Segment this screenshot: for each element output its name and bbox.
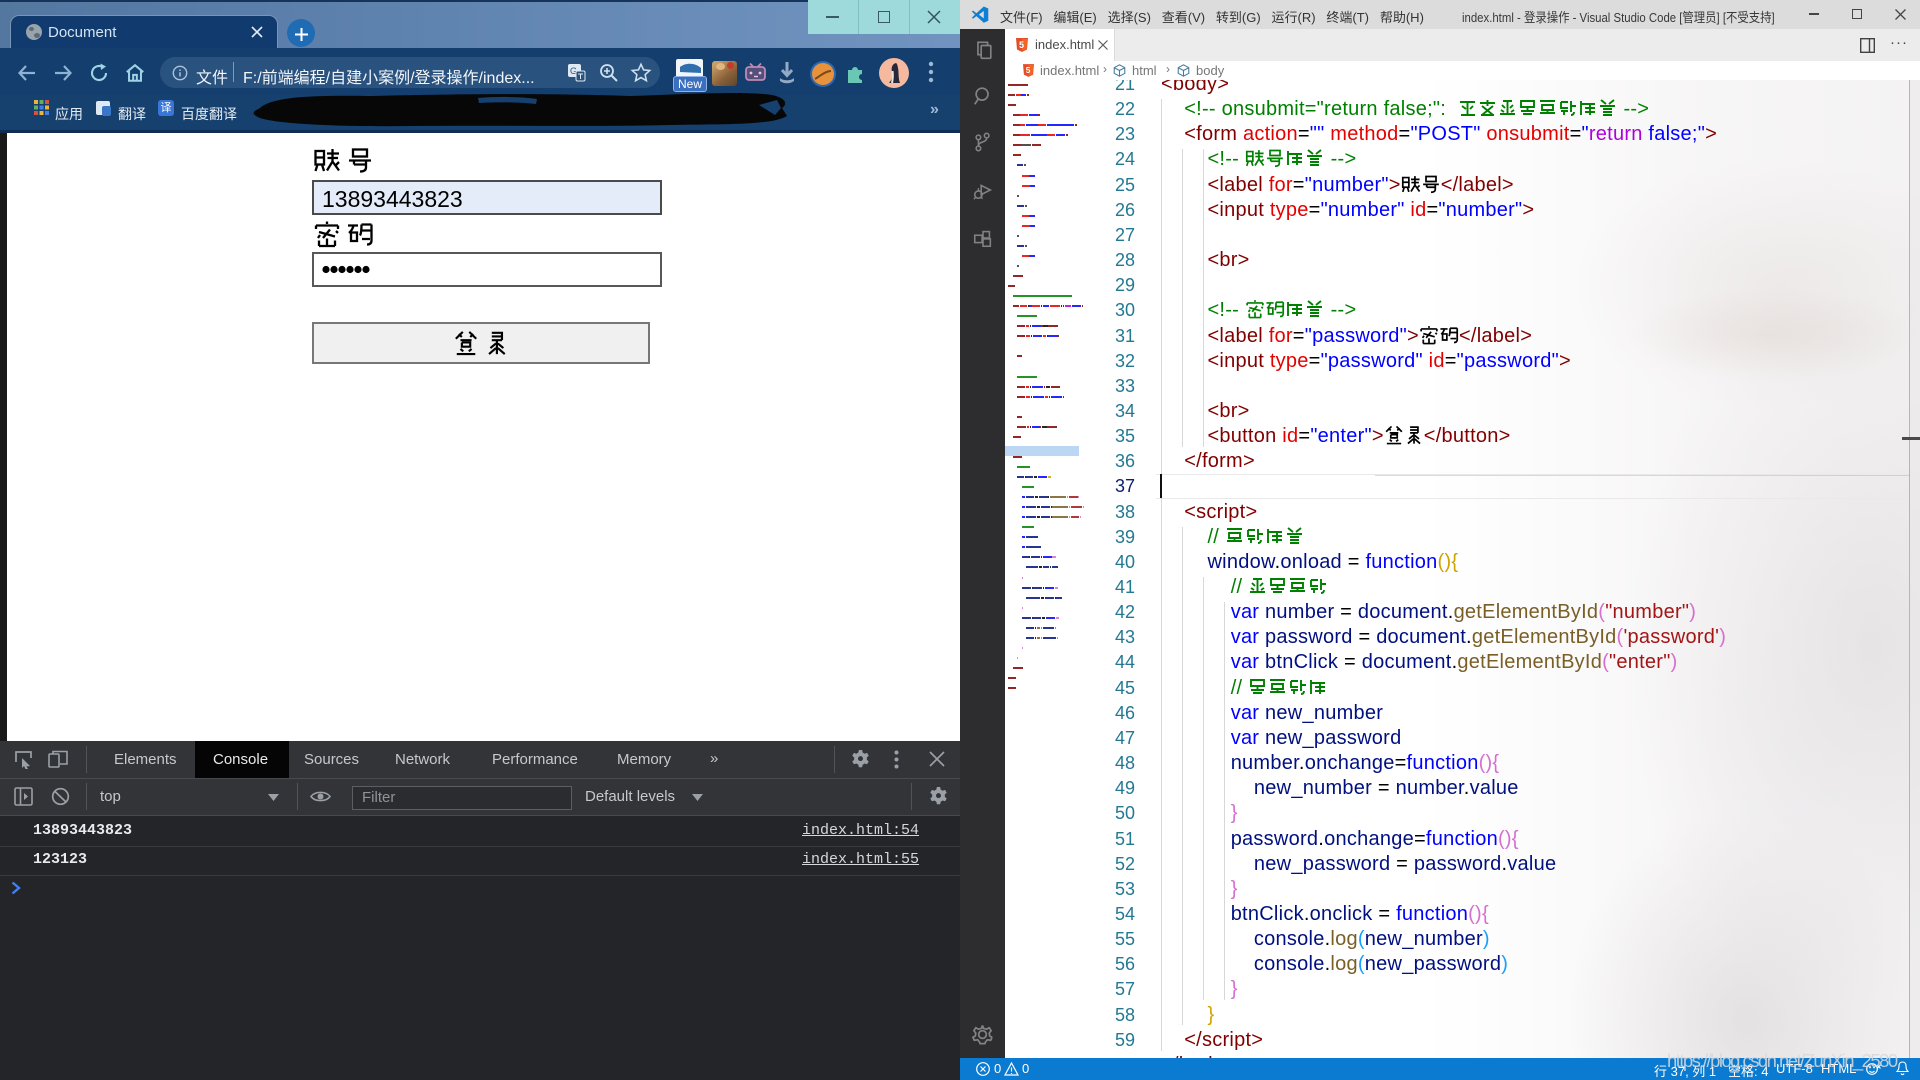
svg-text:5: 5 [1019, 40, 1024, 50]
svg-text:5: 5 [1026, 66, 1031, 75]
